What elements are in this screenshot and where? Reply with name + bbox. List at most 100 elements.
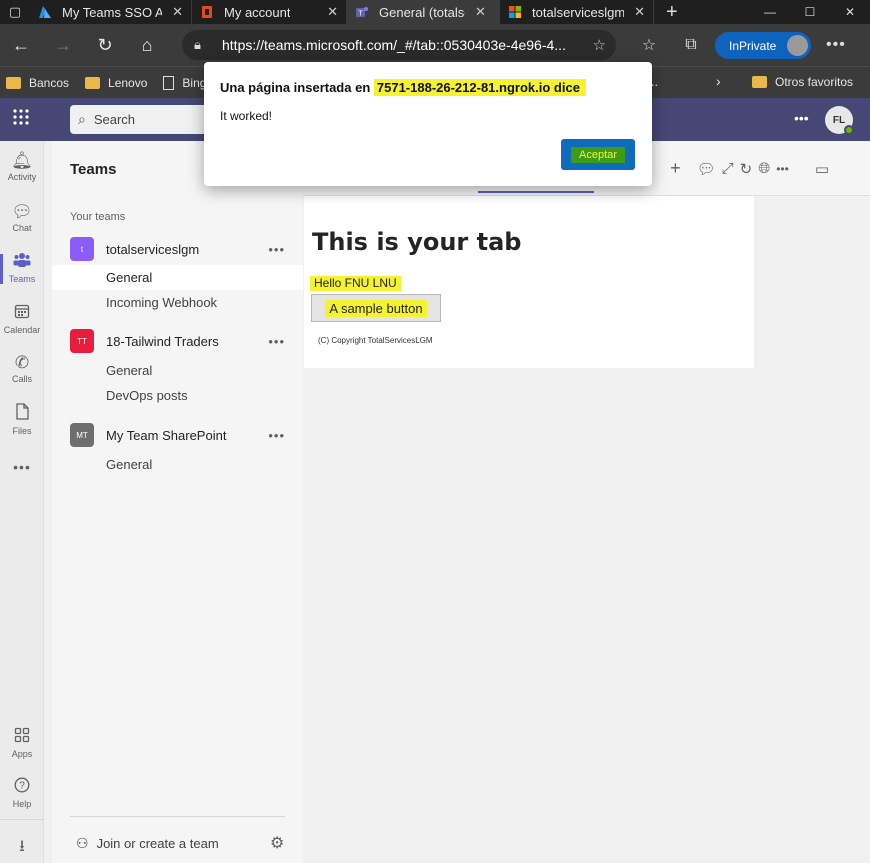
more-options-icon[interactable]: ••• (268, 334, 285, 349)
channel-devops-posts[interactable]: DevOps posts (52, 383, 303, 408)
new-tab-icon[interactable]: + (654, 1, 690, 24)
dialog-host: 7571-188-26-212-81.ngrok.io dice (373, 79, 586, 96)
channel-header-actions: ⌄ + 💬︎ ⤢ ↻ 🌐︎ ••• ▭ (642, 158, 835, 179)
close-icon[interactable]: ✕ (475, 4, 486, 20)
team-my-team-sharepoint[interactable]: MT My Team SharePoint ••• (52, 420, 303, 450)
channel-general[interactable]: General (52, 358, 303, 383)
your-teams-label: Your teams (70, 211, 126, 223)
other-favorites[interactable]: Otros favoritos (752, 75, 853, 89)
more-options-icon[interactable]: ••• (268, 428, 285, 443)
browser-tab-teams-sso[interactable]: My Teams SSO A ✕ (30, 0, 192, 24)
tab-label: totalserviceslgm (532, 4, 625, 20)
browser-tab-totalserviceslgm[interactable]: totalserviceslgm ✕ (500, 0, 654, 24)
collections-icon[interactable]: ⧉ (670, 36, 712, 54)
globe-icon[interactable]: 🌐︎ (758, 160, 770, 177)
tab-heading: This is your tab (312, 228, 522, 256)
address-toolbar: ← → ↻ ⌂ 🔒︎ https://teams.microsoft.com/_… (0, 24, 870, 66)
download-icon[interactable]: ⭳ (0, 835, 44, 862)
expand-icon[interactable]: ⤢ (722, 160, 734, 177)
rail-item-calendar[interactable]: Calendar (0, 303, 44, 335)
favorites-icon[interactable]: ☆ (628, 35, 670, 55)
teams-search-input[interactable]: ⌕ Search (70, 105, 210, 134)
rail-label: Apps (11, 749, 33, 759)
rail-item-apps[interactable]: Apps (0, 727, 44, 759)
rail-item-files[interactable]: Files (0, 403, 44, 436)
accept-button[interactable]: Aceptar (561, 139, 635, 170)
profile-avatar (787, 35, 808, 56)
channel-general[interactable]: General (52, 452, 303, 477)
sample-button[interactable]: A sample button (311, 294, 441, 322)
favorite-label: Lenovo (108, 75, 148, 90)
channel-general[interactable]: General (52, 265, 303, 290)
inprivate-label: InPrivate (729, 38, 777, 53)
app-launcher-icon[interactable] (0, 108, 42, 131)
rail-item-activity[interactable]: 🔔︎ Activity (0, 151, 44, 182)
tab-label: General (totalser (379, 4, 465, 20)
back-icon[interactable]: ← (0, 35, 42, 56)
favorite-bancos[interactable]: Bancos (6, 76, 69, 90)
team-tailwind-traders[interactable]: TT 18-Tailwind Traders ••• (52, 326, 303, 356)
favorite-lenovo[interactable]: Lenovo (85, 76, 147, 90)
close-icon[interactable]: ✕ (172, 4, 183, 20)
meet-video-icon[interactable]: ▭ (815, 160, 829, 178)
gear-icon[interactable]: ⚙ (270, 833, 284, 853)
alert-dialog: Una página insertada en 7571-188-26-212-… (204, 62, 652, 186)
close-icon[interactable]: ✕ (327, 4, 338, 20)
favorite-label: Bancos (29, 75, 70, 90)
tab-label: My Teams SSO A (62, 4, 163, 20)
folder-icon (85, 76, 101, 89)
teams-icon (0, 252, 44, 273)
user-avatar[interactable]: FL (825, 106, 854, 135)
more-actions-icon[interactable]: ••• (776, 162, 789, 176)
window-close-icon[interactable]: ✕ (830, 5, 870, 19)
svg-text:T: T (359, 11, 364, 18)
join-or-create-team-button[interactable]: ⚇ Join or create a team (76, 835, 219, 852)
team-avatar: t (70, 237, 94, 261)
minimize-icon[interactable]: — (750, 5, 790, 19)
channel-label: Incoming Webhook (106, 295, 218, 310)
lock-icon[interactable]: 🔒︎ (194, 37, 208, 53)
maximize-icon[interactable]: ☐ (790, 5, 830, 19)
address-bar[interactable]: 🔒︎ https://teams.microsoft.com/_#/tab::0… (182, 30, 616, 60)
team-totalserviceslgm[interactable]: t totalserviceslgm ••• (52, 234, 303, 264)
rail-item-help[interactable]: ? Help (0, 777, 44, 809)
forward-icon[interactable]: → (42, 35, 84, 56)
rail-item-teams[interactable]: Teams (0, 252, 44, 284)
add-tab-icon[interactable]: + (670, 158, 681, 179)
browser-menu-icon[interactable]: ••• (826, 36, 846, 54)
inprivate-button[interactable]: InPrivate (715, 32, 811, 59)
channel-incoming-webhook[interactable]: Incoming Webhook (52, 290, 303, 315)
favorite-bing[interactable]: Bing (163, 75, 206, 90)
teams-icon: T (355, 5, 369, 19)
browser-tab-general[interactable]: T General (totalser ✕ (347, 0, 500, 24)
settings-more-icon[interactable]: ••• (794, 110, 809, 126)
team-avatar: TT (70, 329, 94, 353)
more-apps-icon[interactable]: ••• (0, 459, 44, 475)
embedded-tab-frame: This is your tab Hello FNU LNU A sample … (304, 196, 754, 368)
chat-icon: 💬︎ (11, 202, 33, 221)
dialog-title: Una página insertada en 7571-188-26-212-… (220, 79, 586, 96)
browser-tab-my-account[interactable]: My account ✕ (192, 0, 347, 24)
page-icon (163, 75, 175, 90)
dialog-message: It worked! (220, 109, 273, 123)
conversation-icon[interactable]: 💬︎ (697, 160, 716, 178)
refresh-icon[interactable]: ↻ (84, 35, 126, 56)
rail-item-chat[interactable]: 💬︎ Chat (0, 202, 44, 233)
reload-icon[interactable]: ↻ (740, 160, 753, 178)
home-icon[interactable]: ⌂ (126, 35, 168, 56)
toolbar-right: ☆ ⧉ (628, 24, 712, 66)
tab-actions-icon[interactable]: ▢ (0, 0, 30, 24)
svg-text:?: ? (19, 781, 25, 792)
tab-content-area: This is your tab Hello FNU LNU A sample … (304, 196, 870, 863)
teams-list-panel: Teams Your teams t totalserviceslgm ••• … (52, 141, 303, 863)
team-name: My Team SharePoint (106, 427, 227, 443)
rail-label: Files (12, 426, 32, 436)
close-icon[interactable]: ✕ (634, 4, 645, 20)
add-favorite-icon[interactable]: ☆ (593, 36, 606, 54)
chevron-right-icon[interactable]: › (716, 73, 721, 89)
file-icon (0, 403, 44, 425)
phone-icon: ✆ (14, 353, 30, 372)
rail-item-calls[interactable]: ✆ Calls (0, 353, 44, 384)
more-options-icon[interactable]: ••• (268, 242, 285, 257)
accept-button-label: Aceptar (571, 146, 625, 163)
